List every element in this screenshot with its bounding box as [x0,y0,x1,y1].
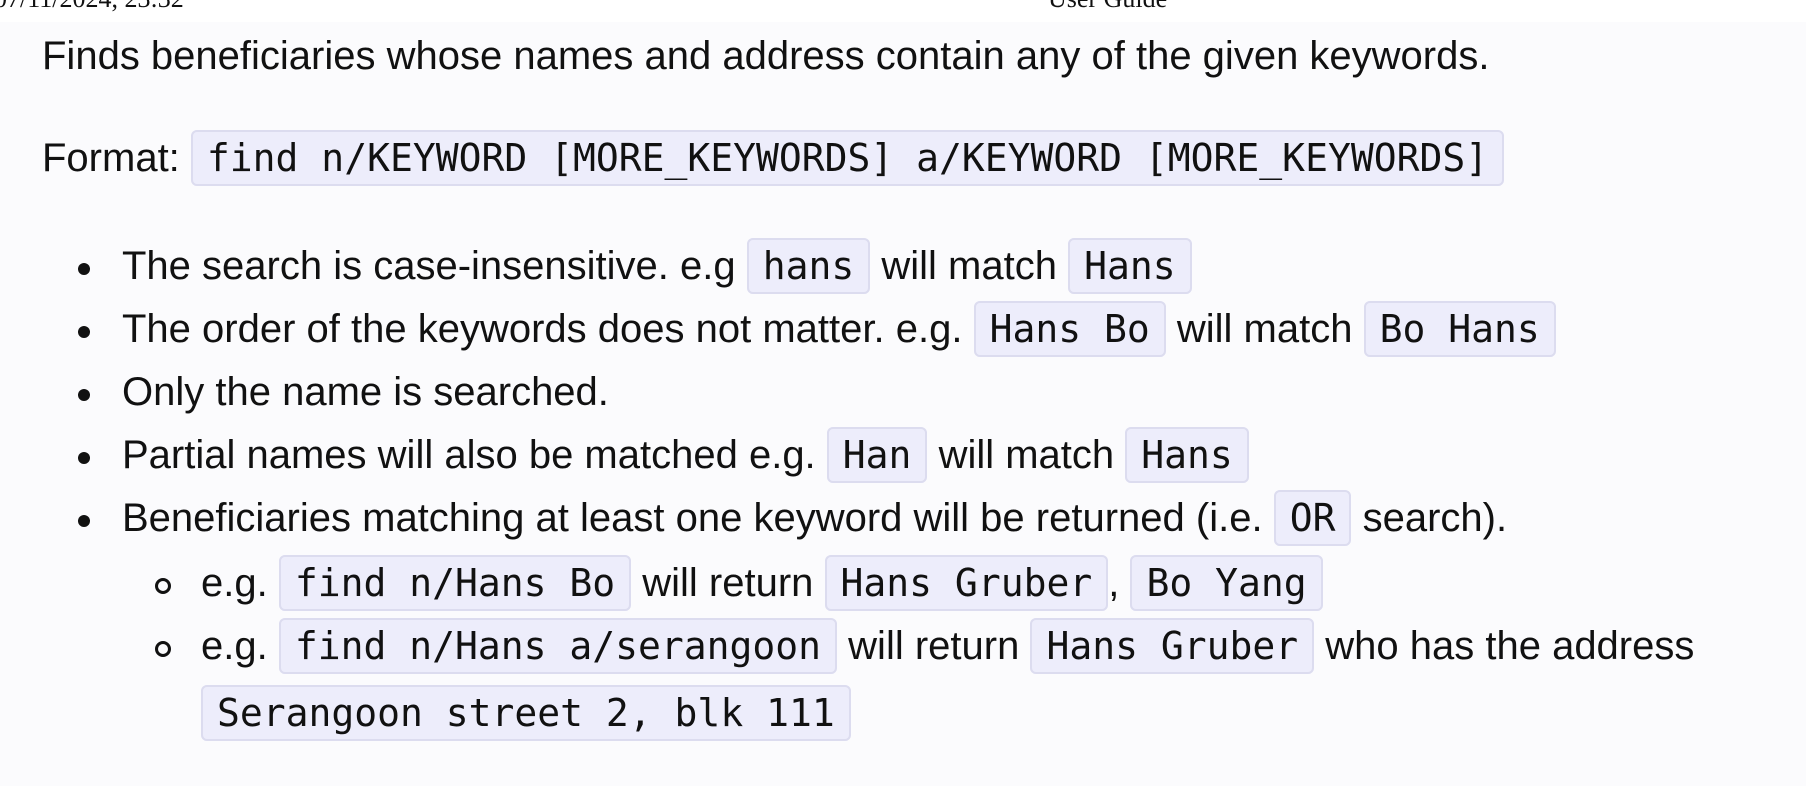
list-item-text: will match [881,244,1057,288]
list-item-text: will match [1176,307,1353,351]
bullet-dot [78,389,90,401]
sub-bullet-circle [155,641,171,657]
print-header: 07/11/2024, 23:32 User Guide [0,0,1806,20]
list-separator: , [1108,561,1120,605]
sub-list-item-continuation: Serangoon street 2, blk 111 [201,685,851,741]
inline-code: Bo Hans [1363,301,1556,357]
sub-bullet-circle [155,578,171,594]
print-timestamp: 07/11/2024, 23:32 [0,0,184,14]
list-item-text: e.g. [201,561,268,605]
list-item-text: Beneficiaries matching at least one keyw… [122,496,1263,540]
print-title: User Guide [1048,0,1167,14]
list-item-text: will return [848,624,1020,668]
bullet-dot [78,452,90,464]
list-item: Partial names will also be matched e.g. … [122,427,1249,483]
bullet-dot [78,263,90,275]
list-item: The search is case-insensitive. e.g hans… [122,238,1192,294]
format-line: Format: find n/KEYWORD [MORE_KEYWORDS] a… [42,130,1505,186]
sub-list-item: e.g. find n/Hans a/serangoon will return… [201,618,1695,674]
content-area: Finds beneficiaries whose names and addr… [0,22,1806,786]
format-code: find n/KEYWORD [MORE_KEYWORDS] a/KEYWORD… [190,130,1505,186]
bullet-dot [78,326,90,338]
bullet-dot [78,515,90,527]
list-item-text: Only the name is searched. [122,370,609,414]
list-item-text: will match [938,433,1115,477]
list-item-text: search). [1362,496,1508,540]
inline-code: Hans Bo [973,301,1166,357]
list-item-text: The order of the keywords does not matte… [122,307,963,351]
list-item-text: e.g. [201,624,268,668]
inline-code: hans [746,238,871,294]
inline-code: OR [1273,490,1352,546]
intro-text: Finds beneficiaries whose names and addr… [42,34,1490,78]
inline-code: Hans [1125,427,1249,483]
list-item-text: will return [642,561,814,605]
inline-code: Bo Yang [1130,555,1323,611]
inline-code: Serangoon street 2, blk 111 [201,685,851,741]
list-item-text: The search is case-insensitive. e.g [122,244,736,288]
list-item: Only the name is searched. [122,368,609,416]
sub-list-item: e.g. find n/Hans Bo will return Hans Gru… [201,555,1323,611]
format-label: Format: [42,136,180,180]
list-item: The order of the keywords does not matte… [122,301,1556,357]
inline-code: Han [826,427,928,483]
list-item-text: who has the address [1325,624,1695,668]
inline-code: find n/Hans Bo [278,555,632,611]
list-item-text: Partial names will also be matched e.g. [122,433,816,477]
inline-code: Hans Gruber [1030,618,1315,674]
inline-code: Hans Gruber [824,555,1109,611]
inline-code: Hans [1068,238,1192,294]
list-item: Beneficiaries matching at least one keyw… [122,490,1508,546]
inline-code: find n/Hans a/serangoon [278,618,838,674]
